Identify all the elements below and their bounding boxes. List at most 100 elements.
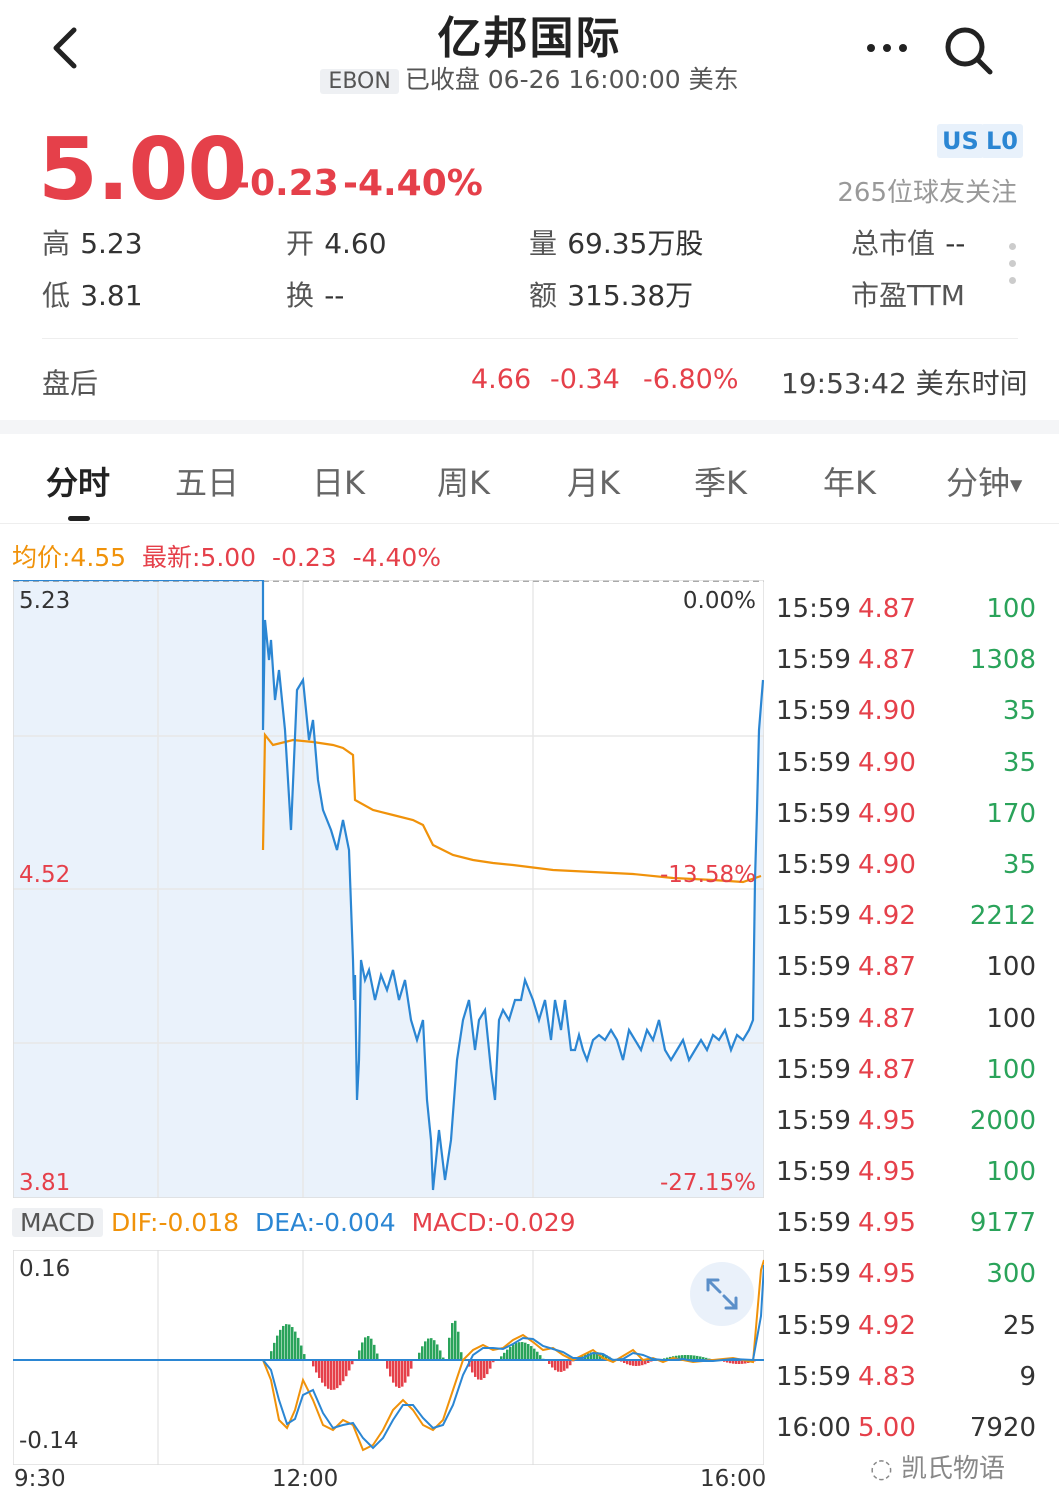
trade-row: 15:59 4.87 1308 bbox=[776, 637, 1036, 688]
macd-bar bbox=[503, 1352, 506, 1360]
macd-axis-top: 0.16 bbox=[19, 1256, 70, 1282]
macd-bar bbox=[454, 1320, 457, 1360]
macd-bar bbox=[389, 1360, 392, 1377]
macd-bar bbox=[336, 1360, 339, 1389]
macd-dif: DIF:-0.018 bbox=[110, 1208, 240, 1237]
stat-value: -- bbox=[324, 279, 345, 312]
trade-price: 4.90 bbox=[858, 798, 916, 829]
macd-bar bbox=[348, 1360, 351, 1371]
macd-bar bbox=[560, 1360, 563, 1372]
trade-price: 4.87 bbox=[858, 1003, 916, 1034]
level-tag[interactable]: L0 bbox=[981, 124, 1023, 158]
trade-time: 15:59 bbox=[776, 1310, 851, 1341]
trade-time: 15:59 bbox=[776, 1208, 851, 1239]
trade-price: 4.83 bbox=[858, 1361, 916, 1392]
stat-low: 低 3.81 bbox=[42, 274, 143, 314]
divider bbox=[0, 523, 1059, 524]
y-axis-high: 5.23 bbox=[19, 588, 70, 614]
expand-icon bbox=[706, 1278, 738, 1310]
market-tag[interactable]: US bbox=[937, 124, 984, 158]
stat-volume: 量 69.35万股 bbox=[529, 222, 703, 262]
tab-weekly-k[interactable]: 周K bbox=[437, 458, 490, 504]
macd-bar bbox=[318, 1360, 321, 1378]
stat-value: 3.81 bbox=[80, 279, 143, 312]
trade-volume: 100 bbox=[986, 952, 1036, 983]
macd-bar bbox=[551, 1360, 554, 1368]
macd-bar bbox=[282, 1325, 285, 1360]
macd-bar bbox=[279, 1329, 282, 1360]
macd-bar bbox=[410, 1360, 413, 1369]
macd-header: MACD DIF:-0.018 DEA:-0.004 MACD:-0.029 bbox=[12, 1208, 576, 1237]
trade-volume: 300 bbox=[986, 1259, 1036, 1290]
macd-bar bbox=[276, 1335, 279, 1360]
tab-minute-label: 分钟 bbox=[946, 464, 1011, 502]
search-button[interactable] bbox=[940, 22, 996, 78]
macd-bar bbox=[370, 1338, 373, 1360]
trade-volume: 35 bbox=[1002, 849, 1036, 880]
macd-bar bbox=[563, 1360, 566, 1371]
search-icon bbox=[945, 27, 993, 75]
tab-monthly-k[interactable]: 月K bbox=[567, 458, 620, 504]
stat-label: 市盈TTM bbox=[851, 279, 965, 312]
trade-time: 15:59 bbox=[776, 849, 851, 880]
macd-bar bbox=[566, 1360, 569, 1369]
macd-bar bbox=[427, 1338, 430, 1360]
tab-yearly-k[interactable]: 年K bbox=[823, 458, 876, 504]
more-button[interactable] bbox=[862, 28, 912, 68]
macd-chart[interactable]: 0.16 -0.14 bbox=[13, 1250, 764, 1465]
trade-price: 4.90 bbox=[858, 696, 916, 727]
tab-daily-k[interactable]: 日K bbox=[312, 458, 365, 504]
trade-time: 15:59 bbox=[776, 798, 851, 829]
trade-row: 15:59 4.83 9 bbox=[776, 1354, 1036, 1405]
trade-time: 15:59 bbox=[776, 901, 851, 932]
macd-bar bbox=[554, 1360, 557, 1371]
status-text: 已收盘 06-26 16:00:00 美东 bbox=[404, 65, 739, 94]
tab-quarterly-k[interactable]: 季K bbox=[694, 458, 747, 504]
trade-time: 15:59 bbox=[776, 645, 851, 676]
stats-expand-handle[interactable] bbox=[1004, 243, 1020, 287]
trade-list[interactable]: 15:59 4.87 100 15:59 4.87 1308 15:59 4.90 35 15:5… bbox=[776, 586, 1036, 1456]
macd-indicator-badge[interactable]: MACD bbox=[12, 1208, 103, 1237]
trade-time: 15:59 bbox=[776, 594, 851, 624]
trade-time: 15:59 bbox=[776, 1054, 851, 1085]
stat-value: 69.35万股 bbox=[567, 227, 704, 260]
macd-bar bbox=[285, 1324, 288, 1360]
trade-price: 4.95 bbox=[858, 1105, 916, 1136]
trade-price: 4.95 bbox=[858, 1259, 916, 1290]
trade-volume: 100 bbox=[986, 594, 1036, 624]
tab-minute[interactable]: 分钟▼ bbox=[946, 458, 1022, 504]
macd-bar bbox=[273, 1342, 276, 1360]
trade-row: 15:59 4.92 2212 bbox=[776, 893, 1036, 944]
macd-bar bbox=[533, 1348, 536, 1360]
macd-bar bbox=[448, 1337, 451, 1360]
price-change-pct: -4.40% bbox=[343, 163, 483, 204]
stat-label: 总市值 bbox=[851, 227, 936, 260]
macd-bar bbox=[518, 1342, 521, 1360]
macd-bar bbox=[451, 1323, 454, 1360]
macd-bar bbox=[327, 1360, 330, 1389]
chart-info-line: 均价:4.55 最新:5.00 -0.23 -4.40% bbox=[12, 538, 441, 574]
macd-bar bbox=[506, 1349, 509, 1360]
macd-bar bbox=[430, 1338, 433, 1360]
intraday-chart[interactable]: 5.23 4.52 3.81 0.00% -13.58% -27.15% bbox=[13, 580, 764, 1198]
x-axis-mid: 12:00 bbox=[272, 1466, 339, 1492]
tab-intraday[interactable]: 分时 bbox=[46, 458, 110, 504]
trade-row: 15:59 4.90 35 bbox=[776, 688, 1036, 739]
macd-bar bbox=[439, 1350, 442, 1360]
stat-label: 低 bbox=[42, 279, 71, 312]
macd-bar bbox=[418, 1352, 421, 1360]
macd-bar bbox=[386, 1360, 389, 1369]
macd-bar bbox=[401, 1360, 404, 1387]
stat-value: 315.38万 bbox=[567, 279, 694, 312]
fullscreen-button[interactable] bbox=[690, 1262, 754, 1326]
macd-bar bbox=[398, 1360, 401, 1388]
dropdown-caret-icon: ▼ bbox=[1010, 475, 1023, 495]
more-dots-icon bbox=[867, 44, 907, 52]
trade-row: 15:59 4.92 25 bbox=[776, 1303, 1036, 1354]
stat-label: 开 bbox=[286, 227, 315, 260]
stat-high: 高 5.23 bbox=[42, 222, 143, 262]
trade-volume: 2000 bbox=[969, 1105, 1036, 1136]
tab-five-day[interactable]: 五日 bbox=[175, 458, 239, 504]
after-hours-change: -0.34 bbox=[550, 364, 620, 395]
trade-time: 15:59 bbox=[776, 1003, 851, 1034]
